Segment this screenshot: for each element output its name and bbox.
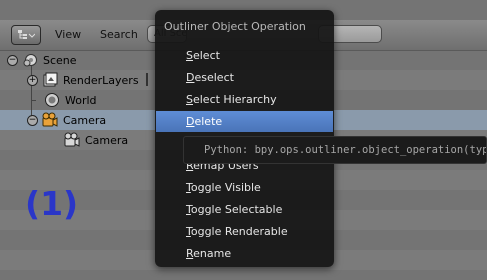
menu-item-mnemonic: S (186, 93, 193, 106)
tree-item-scene[interactable]: − Scene (7, 50, 77, 70)
camera-label: Camera (63, 113, 107, 127)
menu-item-select[interactable]: Select (156, 45, 333, 66)
menu-item-label: eselect (194, 71, 234, 84)
menu-item-label: oggle Renderable (190, 225, 288, 238)
python-tooltip: Python: bpy.ops.outliner.object_operatio… (183, 136, 487, 164)
menu-item-toggle-selectable[interactable]: Toggle Selectable (156, 199, 333, 220)
step-annotation: (1) (25, 184, 79, 223)
column-separator (146, 73, 148, 86)
collapse-icon[interactable]: − (7, 54, 18, 66)
tree-item-renderlayers[interactable]: + RenderLayers (27, 70, 139, 90)
menu-item-rename[interactable]: Rename (156, 243, 333, 264)
menu-item-mnemonic: S (186, 49, 193, 62)
world-label: World (65, 93, 97, 107)
camera-data-label: Camera (85, 133, 129, 147)
render-layers-icon (43, 72, 58, 87)
world-icon (45, 93, 59, 107)
tree-item-camera[interactable]: − Camera (27, 110, 106, 130)
menu-title: Outliner Object Operation (164, 20, 306, 33)
menu-item-label: oggle Selectable (190, 203, 283, 216)
menu-item-label: elect (192, 49, 220, 62)
search-menu[interactable]: Search (100, 28, 138, 41)
menu-item-label: ename (193, 247, 232, 260)
scene-label: Scene (43, 53, 77, 67)
menu-item-label: elete (194, 115, 223, 128)
tree-item-camera-data[interactable]: Camera (64, 130, 128, 150)
camera-object-icon (42, 112, 58, 127)
menu-item-deselect[interactable]: Deselect (156, 67, 333, 88)
collapse-icon[interactable]: − (27, 114, 38, 126)
menu-item-label: elect Hierarchy (192, 93, 277, 106)
menu-item-label: oggle Visible (190, 181, 261, 194)
menu-item-select-hierarchy[interactable]: Select Hierarchy (156, 89, 333, 110)
expand-icon[interactable]: + (27, 74, 38, 86)
editor-type-button[interactable] (11, 25, 41, 45)
tree-item-world[interactable]: World (44, 90, 97, 110)
camera-data-icon (64, 132, 80, 147)
menu-item-toggle-renderable[interactable]: Toggle Renderable (156, 221, 333, 242)
menu-item-toggle-visible[interactable]: Toggle Visible (156, 177, 333, 198)
outliner-icon (18, 30, 35, 39)
menu-item-delete[interactable]: Delete (156, 111, 333, 132)
renderlayers-label: RenderLayers (63, 73, 139, 87)
view-menu[interactable]: View (55, 28, 81, 41)
scene-icon (23, 54, 37, 67)
tree-branch-line (31, 100, 36, 101)
